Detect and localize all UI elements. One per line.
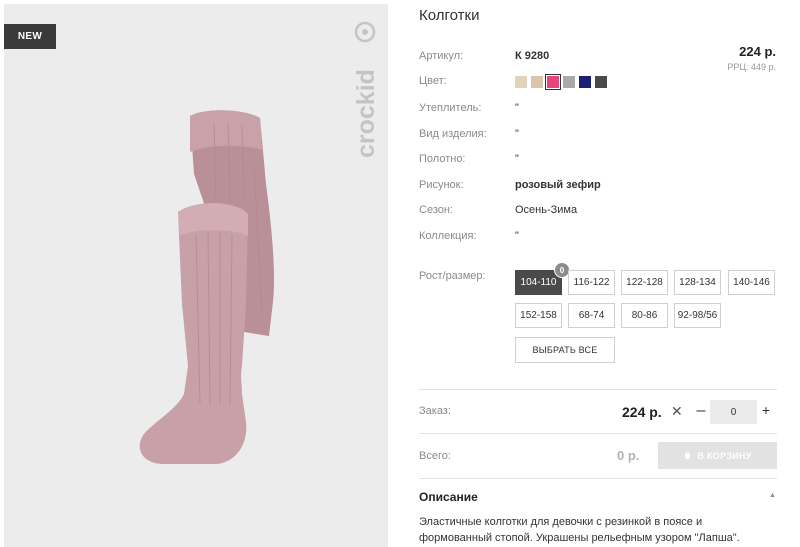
attr-collection-value: ": [515, 230, 519, 242]
product-title: Колготки: [419, 7, 480, 24]
order-label: Заказ:: [419, 405, 451, 417]
svg-text:crockid: crockid: [352, 69, 380, 158]
color-swatch-selected[interactable]: [545, 74, 561, 90]
size-option[interactable]: 152-158: [515, 303, 562, 328]
attr-article-label: Артикул:: [419, 50, 464, 62]
decrease-quantity-button[interactable]: –: [694, 402, 708, 420]
size-option[interactable]: 92-98/56: [674, 303, 721, 328]
product-image-panel[interactable]: NEW crockid: [4, 4, 388, 547]
size-label: Рост/размер:: [419, 270, 486, 282]
tights-photo: [139, 110, 274, 464]
divider: [419, 433, 777, 434]
times-icon: ✕: [671, 403, 683, 419]
total-label: Всего:: [419, 450, 451, 462]
chevron-up-icon[interactable]: ▲: [769, 492, 776, 499]
attr-color-label: Цвет:: [419, 75, 447, 87]
size-option[interactable]: 140-146: [728, 270, 775, 295]
attr-product-type-label: Вид изделия:: [419, 128, 487, 140]
total-value: 0 р.: [617, 448, 640, 463]
attr-pattern-label: Рисунок:: [419, 179, 464, 191]
color-swatches: [515, 74, 607, 90]
color-swatch[interactable]: [595, 76, 607, 88]
color-swatch[interactable]: [531, 76, 543, 88]
color-swatch[interactable]: [563, 76, 575, 88]
attr-fabric-value: ": [515, 153, 519, 165]
divider: [419, 389, 777, 390]
add-to-cart-label: В КОРЗИНУ: [697, 450, 752, 461]
color-swatch[interactable]: [579, 76, 591, 88]
size-option[interactable]: 128-134: [674, 270, 721, 295]
attr-insulation-label: Утеплитель:: [419, 102, 482, 114]
attr-season-label: Сезон:: [419, 204, 453, 216]
divider: [419, 478, 777, 479]
attr-insulation-value: ": [515, 102, 519, 114]
select-all-sizes-button[interactable]: ВЫБРАТЬ ВСЕ: [515, 337, 615, 363]
quantity-input[interactable]: [710, 400, 757, 424]
size-option[interactable]: 68-74: [568, 303, 615, 328]
order-price: 224 р.: [622, 404, 662, 420]
size-option[interactable]: 122-128: [621, 270, 668, 295]
increase-quantity-button[interactable]: +: [760, 402, 772, 418]
attr-fabric-label: Полотно:: [419, 153, 466, 165]
recommended-retail-price: РРЦ: 449 р.: [727, 62, 776, 72]
attr-product-type-value: ": [515, 128, 519, 140]
size-option[interactable]: 116-122: [568, 270, 615, 295]
brand-logo: crockid: [352, 21, 380, 158]
description-title[interactable]: Описание: [419, 490, 478, 504]
attr-article-value: К 9280: [515, 50, 550, 62]
size-option[interactable]: 80-86: [621, 303, 668, 328]
attr-pattern-value: розовый зефир: [515, 179, 601, 191]
attr-collection-label: Коллекция:: [419, 230, 477, 242]
new-badge: NEW: [4, 24, 56, 49]
add-to-cart-button[interactable]: В КОРЗИНУ: [658, 442, 777, 469]
color-swatch[interactable]: [515, 76, 527, 88]
cart-icon: [685, 451, 691, 460]
product-price: 224 р.: [739, 44, 776, 59]
attr-season-value: Осень-Зима: [515, 204, 578, 216]
description-text: Эластичные колготки для девочки с резинк…: [419, 516, 740, 544]
